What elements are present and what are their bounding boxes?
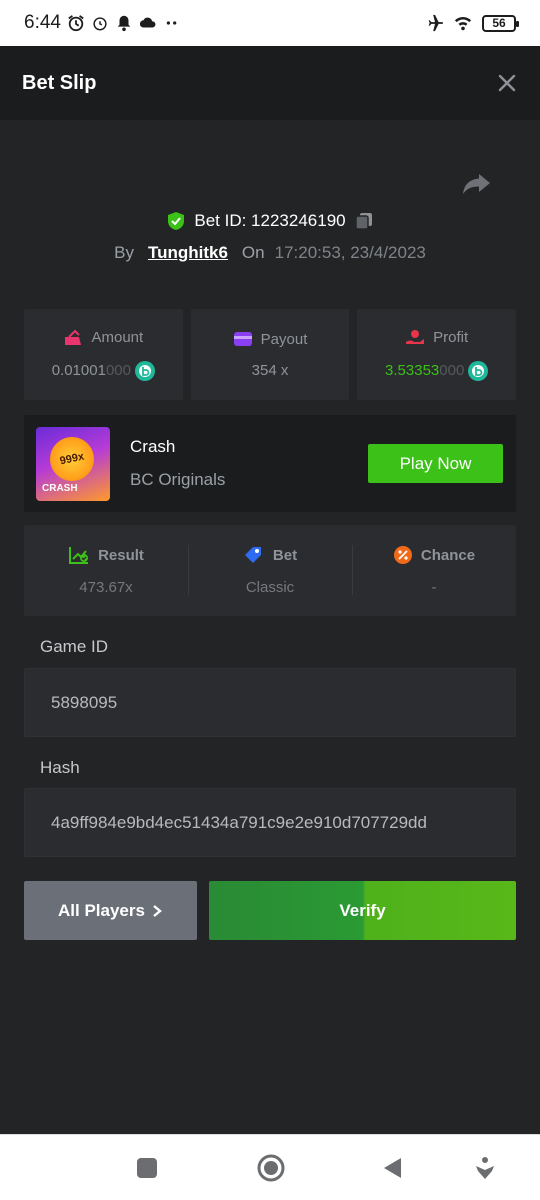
thumbnail-title: CRASH (42, 483, 78, 494)
info-bet: Bet Classic (188, 525, 352, 616)
on-label: On (241, 243, 265, 262)
chevron-right-icon (153, 904, 162, 917)
hash-field[interactable]: 4a9ff984e9bd4ec51434a791c9e2e910d707729d… (24, 788, 516, 857)
payout-label: Payout (260, 330, 308, 348)
game-name: Crash (130, 437, 176, 456)
accessibility-icon[interactable] (472, 1155, 498, 1181)
stat-payout: Payout 354 x (190, 309, 350, 400)
username-link[interactable]: Tunghitk6 (148, 243, 228, 263)
profit-value-trailing: 000 (439, 362, 465, 379)
by-label: By (114, 243, 134, 262)
bet-type-value: Classic (245, 579, 295, 596)
bet-stats: Amount 0.01001000 Payout 354 x Profit 3.… (24, 309, 517, 400)
bet-id: Bet ID: 1223246190 (194, 211, 346, 230)
bet-type-label: Bet (272, 546, 298, 564)
verify-button[interactable]: Verify (209, 881, 516, 940)
battery-icon: 56 (482, 14, 519, 32)
all-players-button[interactable]: All Players (24, 881, 197, 940)
home-circle-icon[interactable] (256, 1153, 286, 1183)
stat-amount: Amount 0.01001000 (24, 309, 183, 400)
share-icon[interactable] (462, 170, 492, 198)
game-id-label: Game ID (40, 637, 109, 656)
back-triangle-icon[interactable] (380, 1155, 406, 1181)
info-chance: Chance - (352, 525, 516, 616)
amount-value: 0.01001 (51, 362, 106, 379)
alarm-outline-icon (93, 17, 107, 31)
result-value: 473.67x (79, 579, 133, 596)
wifi-icon (454, 17, 472, 31)
payout-value: 354 x (251, 362, 289, 379)
result-chart-icon (69, 547, 89, 564)
status-time: 6:44 (24, 12, 61, 33)
result-label: Result (98, 546, 144, 564)
bet-id-row: Bet ID: 1223246190 (0, 206, 540, 236)
play-now-button[interactable]: Play Now (368, 444, 503, 483)
recents-square-icon[interactable] (134, 1155, 160, 1181)
bcd-coin-icon (468, 360, 489, 381)
system-nav-bar (0, 1134, 540, 1200)
game-card: 999x CRASH Crash BC Originals Play Now (24, 415, 516, 512)
page-title: Bet Slip (22, 71, 97, 94)
thumbnail-multiplier: 999x (45, 432, 99, 486)
more-dots-icon (166, 21, 177, 25)
amount-value-trailing: 000 (105, 362, 131, 379)
amount-label: Amount (91, 329, 144, 346)
info-result: Result 473.67x (24, 525, 188, 616)
notification-bell-icon (117, 15, 131, 32)
bcd-coin-icon (134, 360, 155, 381)
alarm-icon (68, 15, 84, 32)
stat-profit: Profit 3.53353000 (357, 309, 517, 400)
profit-hand-icon (406, 329, 425, 344)
profit-label: Profit (433, 329, 469, 346)
chance-label: Chance (420, 546, 476, 564)
chance-value: - (431, 579, 437, 596)
verified-shield-icon (168, 212, 185, 230)
bet-slip-header: Bet Slip (0, 46, 540, 120)
airplane-mode-icon (428, 14, 444, 32)
game-provider: BC Originals (130, 470, 226, 489)
close-icon[interactable] (496, 72, 518, 94)
bet-tag-icon (244, 547, 261, 563)
cloud-icon (139, 17, 156, 28)
crash-game-thumbnail[interactable]: 999x CRASH (36, 427, 110, 501)
profit-value: 3.53353 (385, 362, 440, 379)
bet-datetime: 17:20:53, 23/4/2023 (274, 243, 426, 262)
bet-byline: By Tunghitk6 On 17:20:53, 23/4/2023 (0, 240, 540, 266)
all-players-label: All Players (58, 900, 145, 920)
payout-wallet-icon (233, 332, 252, 346)
bet-info: Result 473.67x Bet Classic Chance - (24, 525, 516, 616)
amount-icon (65, 329, 82, 345)
hash-label: Hash (40, 758, 80, 777)
chance-percent-icon (393, 546, 412, 564)
game-id-field[interactable]: 5898095 (24, 668, 516, 737)
copy-icon[interactable] (354, 211, 374, 231)
battery-level: 56 (492, 16, 506, 30)
status-bar: 6:44 56 (0, 0, 540, 46)
